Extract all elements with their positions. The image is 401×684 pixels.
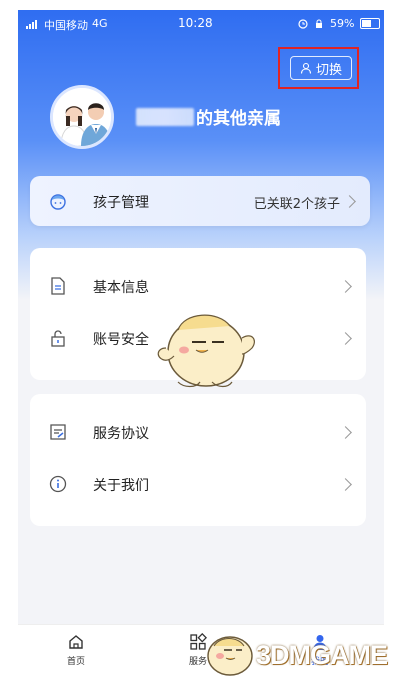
child-management-label: 孩子管理: [93, 195, 149, 211]
menu-item-label: 服务协议: [93, 426, 149, 442]
mascot-sticker: [157, 314, 255, 388]
document-icon: [51, 277, 65, 295]
menu-item-service-agreement[interactable]: 服务协议: [30, 406, 366, 458]
about-menu-card: 服务协议 关于我们: [30, 394, 366, 526]
tab-label: 首页: [66, 657, 85, 667]
child-face-icon: [50, 194, 66, 210]
lock-icon: [51, 330, 65, 347]
chevron-right-icon: [339, 280, 352, 293]
highlight-box: [278, 47, 359, 89]
menu-item-about-us[interactable]: 关于我们: [30, 458, 366, 510]
alarm-icon: [298, 18, 308, 29]
signal-icon: [26, 20, 37, 29]
clock: 10:28: [178, 16, 213, 30]
menu-item-label: 关于我们: [93, 478, 149, 494]
chevron-right-icon: [339, 332, 352, 345]
menu-item-label: 基本信息: [93, 280, 149, 296]
chevron-right-icon: [339, 478, 352, 491]
battery-percent: 59%: [330, 17, 355, 30]
tab-home[interactable]: 首页: [46, 633, 106, 667]
carrier-name: 中国移动: [44, 19, 88, 32]
network-type: 4G: [92, 17, 108, 30]
agreement-icon: [50, 424, 66, 440]
redacted-name: [136, 107, 194, 126]
profile-name: 的其他亲属: [136, 104, 281, 129]
profile-name-suffix: 的其他亲属: [196, 109, 281, 129]
linked-children-count: 已关联2个孩子: [253, 197, 340, 212]
avatar[interactable]: [50, 85, 114, 149]
menu-item-label: 账号安全: [93, 332, 149, 348]
child-management-row[interactable]: 孩子管理 已关联2个孩子: [30, 176, 370, 226]
battery-icon: [360, 18, 381, 29]
family-avatar-illustration: [53, 88, 111, 146]
phone-screen: 中国移动 4G 10:28 59% 切换 的其他亲属 孩子管理 已关联2个孩子 …: [18, 10, 384, 680]
status-icons: 59%: [298, 17, 381, 30]
chevron-right-icon: [339, 426, 352, 439]
watermark-text: 3DMGAME: [256, 640, 388, 670]
info-icon: [49, 475, 67, 493]
home-icon: [69, 635, 83, 649]
status-bar: 中国移动 4G 10:28 59%: [18, 10, 384, 36]
chevron-right-icon: [343, 195, 356, 208]
lock-rotation-icon: [316, 19, 322, 28]
